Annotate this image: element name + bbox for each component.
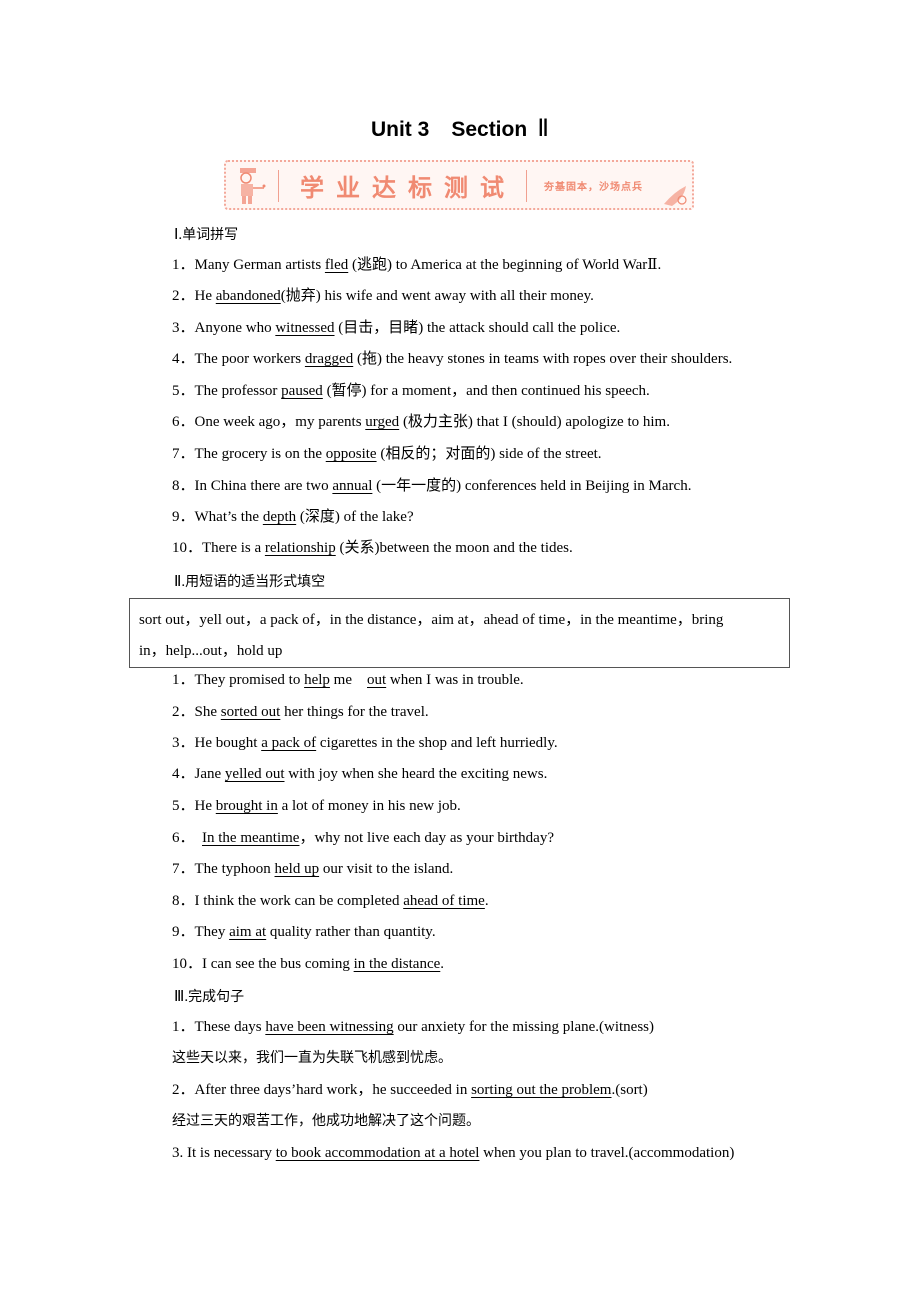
list-item: 9．They aim at quality rather than quanti… bbox=[172, 924, 436, 940]
list-item: 8．In China there are two annual (一年一度的) … bbox=[172, 478, 692, 494]
list-item: 8．I think the work can be completed ahea… bbox=[172, 893, 489, 909]
answer: paused bbox=[281, 383, 323, 399]
list-item: 1．Many German artists fled (逃跑) to Ameri… bbox=[172, 257, 662, 273]
answer: dragged bbox=[304, 351, 354, 367]
list-item: 7．The grocery is on the opposite (相反的；对面… bbox=[172, 446, 602, 462]
answer: a pack of bbox=[261, 735, 317, 751]
list-item: 3．He bought a pack of cigarettes in the … bbox=[172, 735, 558, 751]
answer: depth bbox=[262, 509, 297, 525]
list-item: 5．He brought in a lot of money in his ne… bbox=[172, 798, 461, 814]
list-item: 1．These days have been witnessing our an… bbox=[172, 1019, 655, 1035]
banner-title: 学业达标测试 bbox=[300, 174, 516, 202]
answer: annual bbox=[332, 478, 373, 494]
answer: abandoned bbox=[215, 288, 281, 304]
answer: fled bbox=[324, 257, 349, 273]
answer: in the distance bbox=[353, 956, 441, 972]
answer: aim at bbox=[229, 924, 267, 940]
answer: held up bbox=[274, 861, 320, 877]
list-item: 2．She sorted out her things for the trav… bbox=[172, 704, 429, 720]
list-item: 7．The typhoon held up our visit to the i… bbox=[172, 861, 454, 877]
answer: relationship bbox=[264, 540, 336, 556]
list-item: 2．He abandoned(抛弃) his wife and went awa… bbox=[172, 288, 594, 304]
phrase-bank: sort out，yell out，a pack of，in the dista… bbox=[129, 598, 790, 668]
list-item: 9．What’s the depth (深度) of the lake? bbox=[172, 509, 414, 525]
section1-heading: Ⅰ.单词拼写 bbox=[174, 227, 239, 243]
list-item: 5．The professor paused (暂停) for a moment… bbox=[172, 383, 650, 399]
mascot-icon bbox=[240, 168, 266, 204]
answer: help bbox=[304, 672, 330, 688]
phrase-bank-line: sort out，yell out，a pack of，in the dista… bbox=[139, 612, 724, 628]
unit-label: Unit 3 bbox=[370, 118, 430, 141]
list-item: 6． In the meantime，why not live each day … bbox=[172, 830, 554, 846]
answer: urged bbox=[365, 414, 400, 430]
answer: witnessed bbox=[275, 320, 335, 336]
test-banner: 学业达标测试 夯基固本，沙场点兵 bbox=[224, 160, 694, 210]
answer: In the meantime bbox=[202, 830, 300, 846]
list-item: 10．There is a relationship (关系)between t… bbox=[172, 540, 573, 556]
answer: to book accommodation at a hotel bbox=[275, 1145, 480, 1161]
section-number: Ⅱ bbox=[537, 116, 549, 142]
answer: brought in bbox=[215, 798, 278, 814]
list-item: 4．The poor workers dragged (拖) the heavy… bbox=[172, 351, 733, 367]
section-label: Section bbox=[451, 118, 528, 141]
list-item: 10．I can see the bus coming in the dista… bbox=[172, 956, 445, 972]
phrase-bank-line: in，help...out，hold up bbox=[139, 643, 283, 659]
list-item: 3．Anyone who witnessed (目击，目睹) the attac… bbox=[172, 320, 621, 336]
banner-divider bbox=[526, 170, 527, 202]
answer: yelled out bbox=[224, 766, 285, 782]
page-title: Unit 3 Section Ⅱ bbox=[0, 114, 920, 143]
translation: 这些天以来，我们一直为失联飞机感到忧虑。 bbox=[172, 1050, 452, 1066]
answer: ahead of time bbox=[403, 893, 485, 909]
list-item: 6．One week ago，my parents urged (极力主张) t… bbox=[172, 414, 670, 430]
answer: out bbox=[367, 672, 387, 688]
banner-subtitle: 夯基固本，沙场点兵 bbox=[544, 182, 643, 193]
ink-brush-icon bbox=[664, 186, 687, 206]
list-item: 3. It is necessary to book accommodation… bbox=[172, 1145, 735, 1161]
list-item: 2．After three days’hard work，he succeede… bbox=[172, 1082, 648, 1098]
list-item: 1．They promised to help me out when I wa… bbox=[172, 672, 524, 688]
banner-divider bbox=[278, 170, 279, 202]
answer: opposite bbox=[325, 446, 377, 462]
translation: 经过三天的艰苦工作，他成功地解决了这个问题。 bbox=[172, 1113, 480, 1129]
list-item: 4．Jane yelled out with joy when she hear… bbox=[172, 766, 548, 782]
answer: sorting out the problem bbox=[471, 1082, 612, 1098]
section3-heading: Ⅲ.完成句子 bbox=[174, 989, 245, 1005]
section2-heading: Ⅱ.用短语的适当形式填空 bbox=[174, 574, 326, 590]
answer: sorted out bbox=[220, 704, 281, 720]
answer: have been witnessing bbox=[265, 1019, 394, 1035]
